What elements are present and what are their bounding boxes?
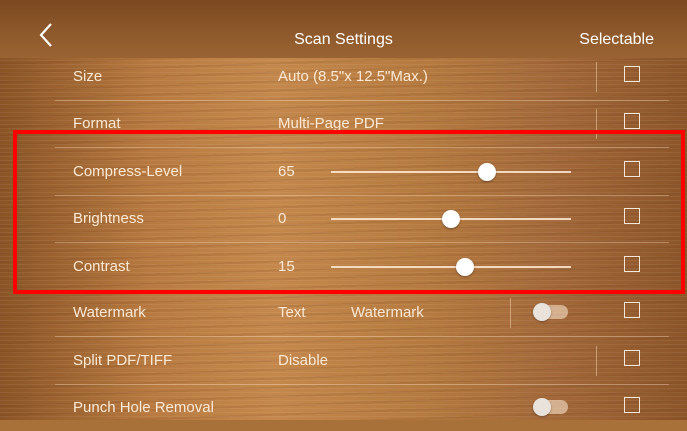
setting-row-size[interactable]: Size Auto (8.5"x 12.5"Max.) <box>55 52 669 101</box>
setting-label: Split PDF/TIFF <box>73 352 173 369</box>
watermark-text-value: Watermark <box>351 304 424 321</box>
setting-value: Text <box>278 304 306 321</box>
watermark-toggle[interactable] <box>533 303 568 321</box>
selectable-checkbox[interactable] <box>624 397 640 413</box>
slider-thumb[interactable] <box>456 258 475 276</box>
setting-label: Punch Hole Removal <box>73 399 214 416</box>
setting-value: 0 <box>278 210 287 227</box>
divider <box>596 62 597 92</box>
slider-thumb[interactable] <box>478 163 496 181</box>
selectable-checkbox[interactable] <box>624 302 640 318</box>
setting-label: Size <box>73 68 103 85</box>
setting-value: Disable <box>278 352 329 369</box>
setting-label: Watermark <box>73 304 146 321</box>
toggle-knob <box>533 398 551 416</box>
setting-value: Multi-Page PDF <box>278 115 384 132</box>
divider <box>596 346 597 376</box>
setting-row-split-pdf-tiff[interactable]: Split PDF/TIFF Disable <box>55 336 669 385</box>
setting-row-contrast: Contrast 15 <box>55 242 669 291</box>
divider <box>510 298 511 328</box>
setting-row-watermark[interactable]: Watermark Text Watermark <box>55 288 669 337</box>
setting-label: Format <box>73 115 121 132</box>
setting-value: Auto (8.5"x 12.5"Max.) <box>278 68 428 85</box>
selectable-checkbox[interactable] <box>624 161 640 177</box>
setting-row-compress-level: Compress-Level 65 <box>55 147 669 196</box>
setting-label: Contrast <box>73 258 130 275</box>
selectable-checkbox[interactable] <box>624 66 640 82</box>
selectable-checkbox[interactable] <box>624 208 640 224</box>
selectable-label[interactable]: Selectable <box>579 31 654 49</box>
setting-label: Compress-Level <box>73 163 183 180</box>
brightness-slider[interactable] <box>331 210 571 228</box>
selectable-checkbox[interactable] <box>624 113 640 129</box>
selectable-checkbox[interactable] <box>624 350 640 366</box>
selectable-checkbox[interactable] <box>624 256 640 272</box>
divider <box>596 109 597 139</box>
setting-value: 65 <box>278 163 295 180</box>
punch-hole-removal-toggle[interactable] <box>533 398 568 416</box>
title-bar: Scan Settings Selectable <box>0 0 687 58</box>
compress-level-slider[interactable] <box>331 163 571 181</box>
setting-label: Brightness <box>73 210 144 227</box>
setting-row-format[interactable]: Format Multi-Page PDF <box>55 99 669 148</box>
toggle-knob <box>533 303 551 321</box>
setting-row-punch-hole-removal[interactable]: Punch Hole Removal <box>55 383 669 431</box>
setting-row-brightness: Brightness 0 <box>55 194 669 243</box>
slider-thumb[interactable] <box>442 210 460 228</box>
setting-value: 15 <box>278 258 295 275</box>
contrast-slider[interactable] <box>331 258 571 276</box>
